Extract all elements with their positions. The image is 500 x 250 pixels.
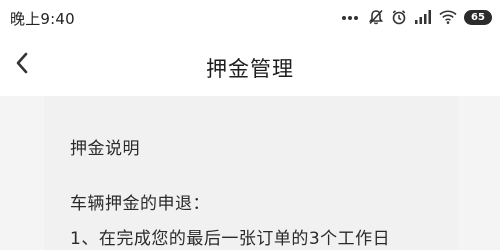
alarm-icon [391,9,407,25]
mute-icon [368,9,384,25]
section-title: 押金说明 [70,139,140,159]
signal-icon [414,10,432,24]
wifi-icon [439,10,457,24]
page-title: 押金管理 [206,57,294,81]
battery-icon: 65 [464,9,492,25]
status-icons: 65 [341,6,492,28]
more-dots-icon [341,12,361,22]
rule-item-1: 1、在完成您的最后一张订单的3个工作日 [70,229,391,249]
navigation-bar: 押金管理 [0,34,500,96]
content-area: 押金说明 车辆押金的申退： 1、在完成您的最后一张订单的3个工作日 [0,96,500,250]
deposit-info-card: 押金说明 车辆押金的申退： 1、在完成您的最后一张订单的3个工作日 [44,96,458,250]
status-bar: 晚上9:40 65 [0,0,500,34]
status-time: 晚上9:40 [10,10,75,28]
refund-heading: 车辆押金的申退： [70,194,210,214]
